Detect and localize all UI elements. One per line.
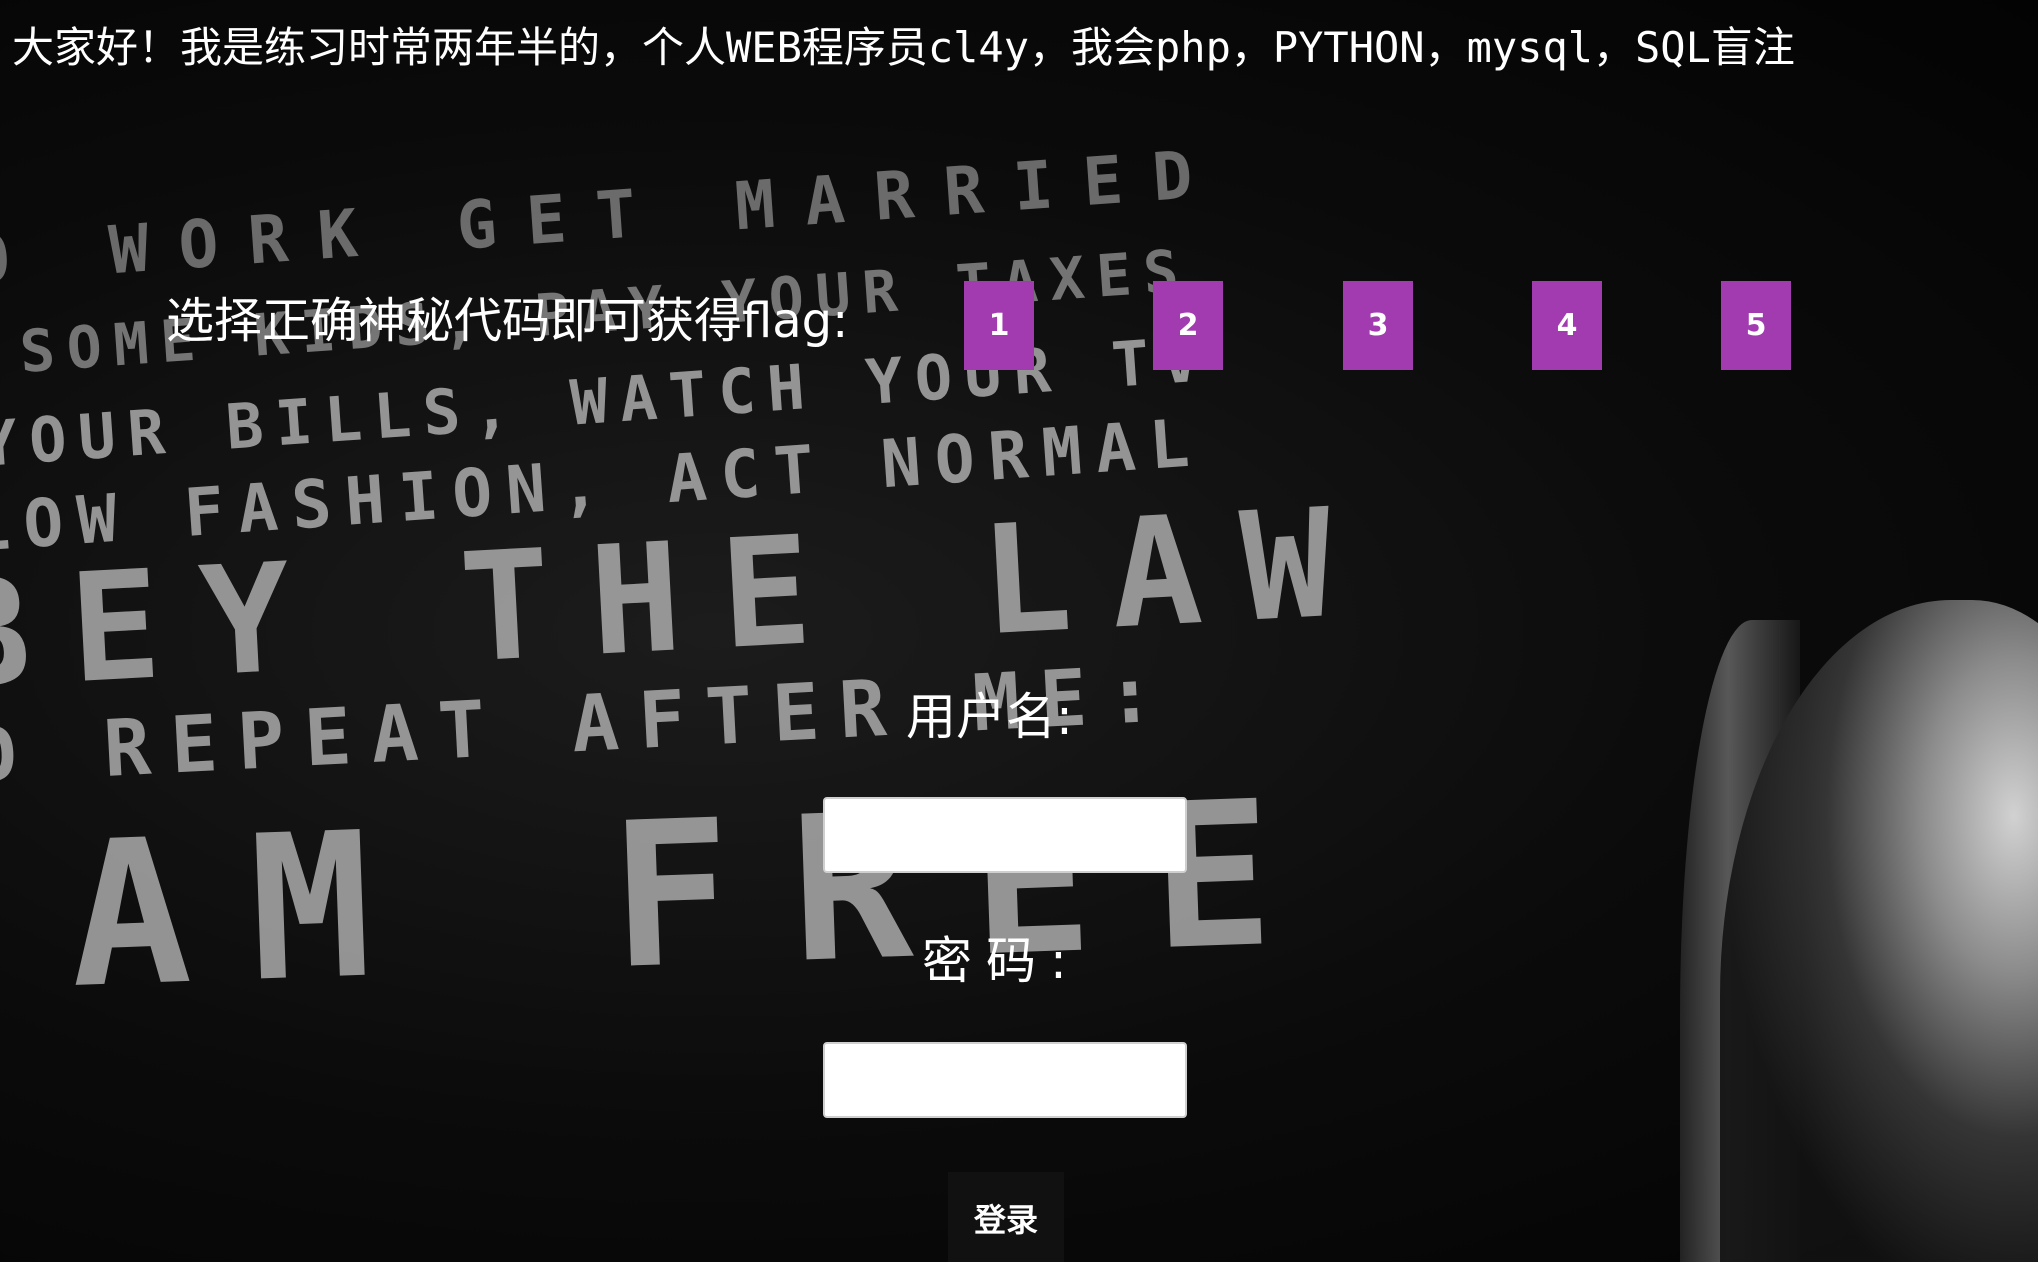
background-text-line: O WORK GET MARRIED (0, 134, 1225, 299)
password-label: 密码: (922, 932, 1081, 990)
scrolling-marquee: 大家好！我是练习时常两年半的，个人WEB程序员cl4y，我会php，PYTHON… (12, 23, 1795, 72)
code-button-3[interactable]: 3 (1343, 281, 1413, 370)
login-button[interactable]: 登录 (948, 1172, 1064, 1262)
background-text-line: BEY THE LAW (0, 475, 1376, 724)
code-button-4[interactable]: 4 (1532, 281, 1602, 370)
code-button-1[interactable]: 1 (964, 281, 1034, 370)
code-button-5[interactable]: 5 (1721, 281, 1791, 370)
password-input[interactable] (823, 1042, 1187, 1118)
background-text-line: LOW FASHION, ACT NORMAL (0, 403, 1206, 567)
flag-chooser-label: 选择正确神秘代码即可获得flag: (166, 293, 849, 349)
background-poster: O WORK GET MARRIED SOME KIDS, PAY YOUR T… (0, 0, 1500, 1262)
code-button-2[interactable]: 2 (1153, 281, 1223, 370)
username-input[interactable] (823, 797, 1187, 873)
page: O WORK GET MARRIED SOME KIDS, PAY YOUR T… (0, 0, 2038, 1262)
username-label: 用户名: (906, 688, 1073, 746)
